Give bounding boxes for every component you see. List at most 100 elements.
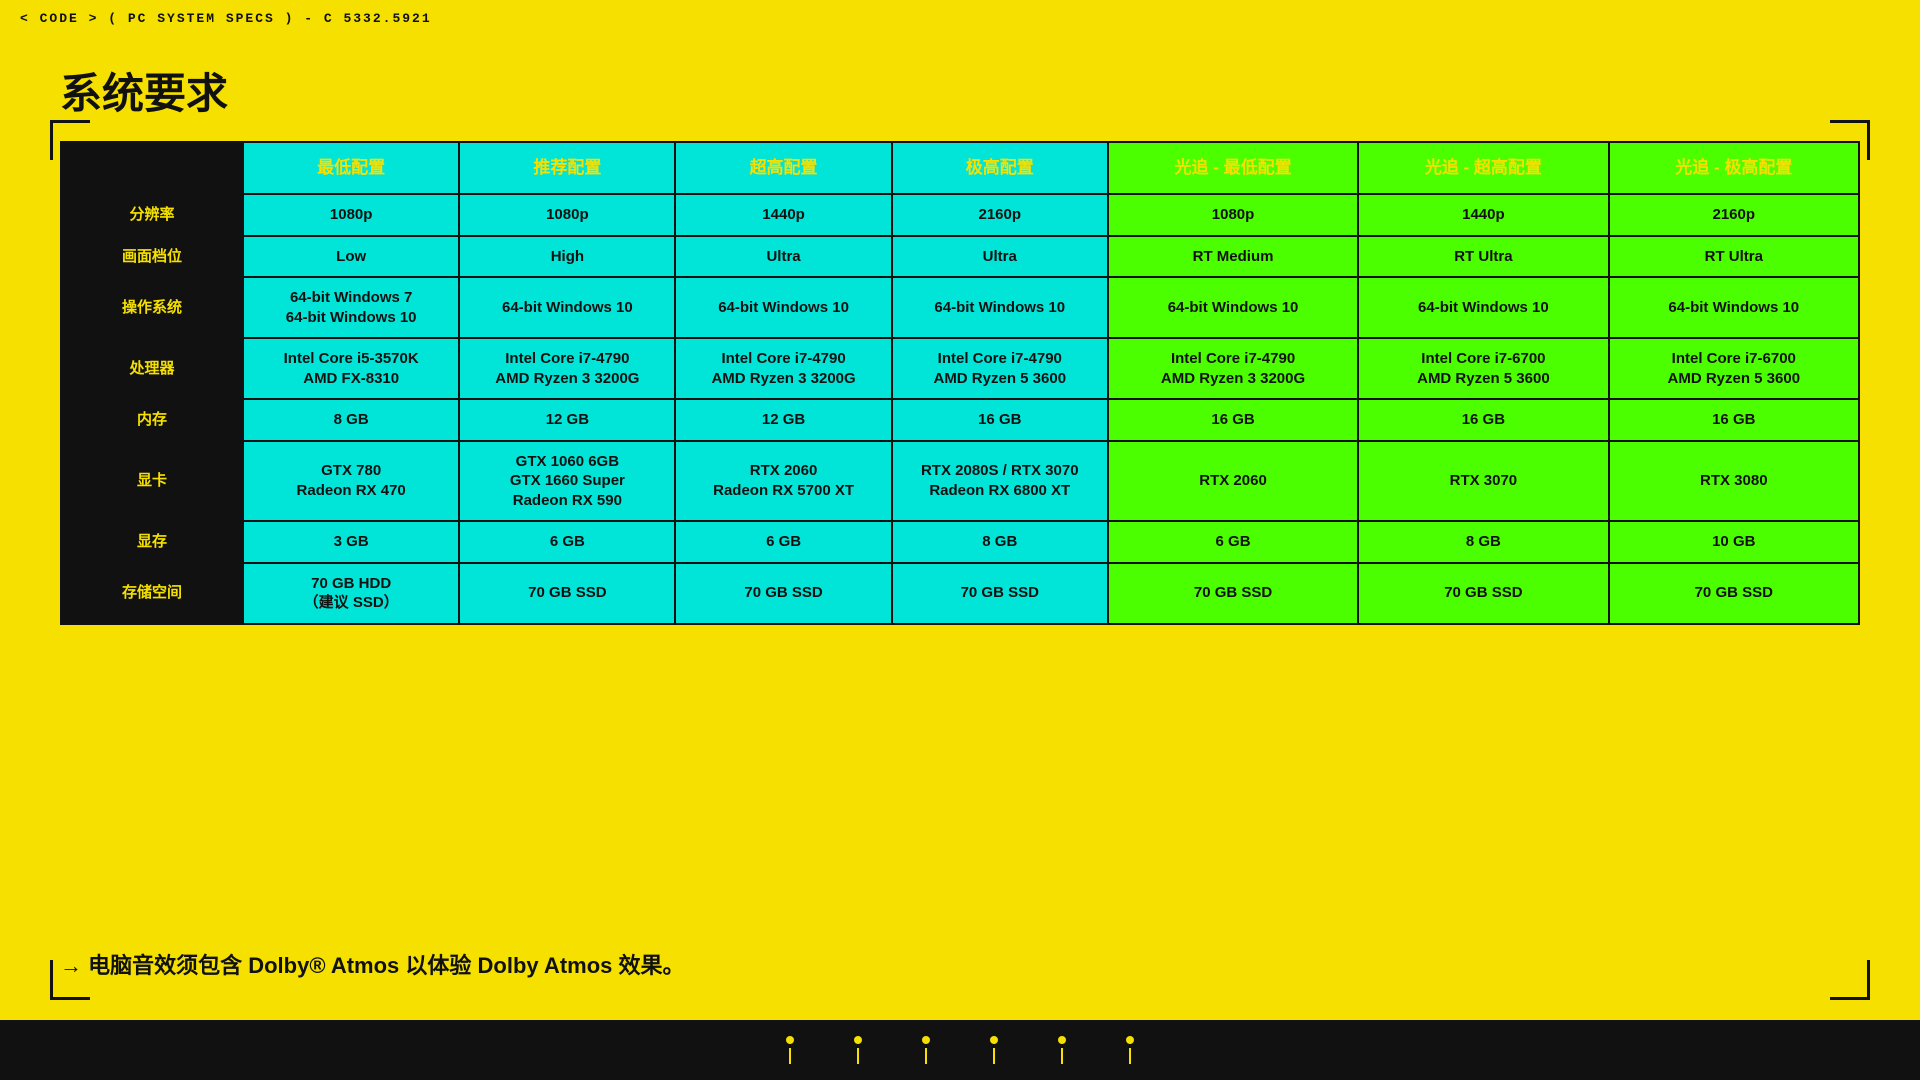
cell-c1: 1080p <box>243 194 459 236</box>
indicator-bar <box>925 1048 927 1064</box>
table-row: 画面档位LowHighUltraUltraRT MediumRT UltraRT… <box>61 236 1859 278</box>
cell-c2: 64-bit Windows 10 <box>459 277 675 338</box>
cell-c5: 16 GB <box>1108 399 1358 441</box>
indicator-bar <box>993 1048 995 1064</box>
table-row: 分辨率1080p1080p1440p2160p1080p1440p2160p <box>61 194 1859 236</box>
cell-c5: 1080p <box>1108 194 1358 236</box>
cell-c7: 70 GB SSD <box>1609 563 1859 624</box>
cell-c7: RTX 3080 <box>1609 441 1859 522</box>
cell-c1: 70 GB HDD （建议 SSD） <box>243 563 459 624</box>
cell-c5: 70 GB SSD <box>1108 563 1358 624</box>
cell-c2: 70 GB SSD <box>459 563 675 624</box>
cell-c1: 8 GB <box>243 399 459 441</box>
top-bar: < CODE > ( PC SYSTEM SPECS ) - C 5332.59… <box>0 0 1920 36</box>
cell-c4: 16 GB <box>892 399 1108 441</box>
cell-c6: 16 GB <box>1358 399 1608 441</box>
cell-c3: RTX 2060 Radeon RX 5700 XT <box>675 441 891 522</box>
cell-c2: 1080p <box>459 194 675 236</box>
cell-c7: RT Ultra <box>1609 236 1859 278</box>
bottom-indicators <box>786 1036 1134 1064</box>
cell-c3: 12 GB <box>675 399 891 441</box>
cell-c4: Ultra <box>892 236 1108 278</box>
indicator-dot <box>922 1036 930 1044</box>
cell-c4: 64-bit Windows 10 <box>892 277 1108 338</box>
indicator-5 <box>1058 1036 1066 1064</box>
cell-c2: 12 GB <box>459 399 675 441</box>
cell-c4: 2160p <box>892 194 1108 236</box>
table-row: 内存8 GB12 GB12 GB16 GB16 GB16 GB16 GB <box>61 399 1859 441</box>
row-label: 显存 <box>61 521 243 563</box>
cell-c1: 3 GB <box>243 521 459 563</box>
specs-table: 最低配置 推荐配置 超高配置 极高配置 光追 - 最低配置 光追 - 超高配置 … <box>60 141 1860 625</box>
cell-c4: 8 GB <box>892 521 1108 563</box>
cell-c5: Intel Core i7-4790 AMD Ryzen 3 3200G <box>1108 338 1358 399</box>
cell-c3: 6 GB <box>675 521 891 563</box>
indicator-2 <box>854 1036 862 1064</box>
indicator-3 <box>922 1036 930 1064</box>
cell-c6: 8 GB <box>1358 521 1608 563</box>
cell-c6: 70 GB SSD <box>1358 563 1608 624</box>
header-col5: 光追 - 最低配置 <box>1108 142 1358 194</box>
cell-c2: High <box>459 236 675 278</box>
cell-c4: 70 GB SSD <box>892 563 1108 624</box>
cell-c3: 64-bit Windows 10 <box>675 277 891 338</box>
header-col1: 最低配置 <box>243 142 459 194</box>
cell-c6: 64-bit Windows 10 <box>1358 277 1608 338</box>
indicator-6 <box>1126 1036 1134 1064</box>
table-row: 存储空间70 GB HDD （建议 SSD）70 GB SSD70 GB SSD… <box>61 563 1859 624</box>
header-col2: 推荐配置 <box>459 142 675 194</box>
indicator-bar <box>789 1048 791 1064</box>
indicator-dot <box>854 1036 862 1044</box>
cell-c6: RT Ultra <box>1358 236 1608 278</box>
cell-c5: 64-bit Windows 10 <box>1108 277 1358 338</box>
row-label: 处理器 <box>61 338 243 399</box>
table-row: 显存3 GB6 GB6 GB8 GB6 GB8 GB10 GB <box>61 521 1859 563</box>
indicator-dot <box>990 1036 998 1044</box>
table-row: 操作系统64-bit Windows 7 64-bit Windows 1064… <box>61 277 1859 338</box>
indicator-bar <box>1129 1048 1131 1064</box>
cell-c2: 6 GB <box>459 521 675 563</box>
header-col3: 超高配置 <box>675 142 891 194</box>
cell-c3: Intel Core i7-4790 AMD Ryzen 3 3200G <box>675 338 891 399</box>
cell-c7: 2160p <box>1609 194 1859 236</box>
indicator-bar <box>857 1048 859 1064</box>
cell-c4: RTX 2080S / RTX 3070 Radeon RX 6800 XT <box>892 441 1108 522</box>
cell-c6: Intel Core i7-6700 AMD Ryzen 5 3600 <box>1358 338 1608 399</box>
bottom-note-text: → 电脑音效须包含 Dolby® Atmos 以体验 Dolby Atmos 效… <box>60 953 685 978</box>
indicator-dot <box>1058 1036 1066 1044</box>
cell-c7: Intel Core i7-6700 AMD Ryzen 5 3600 <box>1609 338 1859 399</box>
header-empty <box>61 142 243 194</box>
indicator-bar <box>1061 1048 1063 1064</box>
table-row: 显卡GTX 780 Radeon RX 470GTX 1060 6GB GTX … <box>61 441 1859 522</box>
cell-c7: 16 GB <box>1609 399 1859 441</box>
indicator-dot <box>786 1036 794 1044</box>
cell-c1: Intel Core i5-3570K AMD FX-8310 <box>243 338 459 399</box>
row-label: 画面档位 <box>61 236 243 278</box>
page-title: 系统要求 <box>60 60 1860 121</box>
cell-c3: 1440p <box>675 194 891 236</box>
row-label: 分辨率 <box>61 194 243 236</box>
row-label: 操作系统 <box>61 277 243 338</box>
bottom-bar <box>0 1020 1920 1080</box>
cell-c2: GTX 1060 6GB GTX 1660 Super Radeon RX 59… <box>459 441 675 522</box>
indicator-dot <box>1126 1036 1134 1044</box>
cell-c1: GTX 780 Radeon RX 470 <box>243 441 459 522</box>
corner-bracket-br <box>1830 960 1870 1000</box>
table-row: 处理器Intel Core i5-3570K AMD FX-8310Intel … <box>61 338 1859 399</box>
cell-c6: 1440p <box>1358 194 1608 236</box>
cell-c3: 70 GB SSD <box>675 563 891 624</box>
row-label: 存储空间 <box>61 563 243 624</box>
main-content: 系统要求 最低配置 推荐配置 超高配置 极高配置 光追 - 最低配置 光追 - … <box>60 60 1860 625</box>
header-col4: 极高配置 <box>892 142 1108 194</box>
header-col6: 光追 - 超高配置 <box>1358 142 1608 194</box>
header-col7: 光追 - 极高配置 <box>1609 142 1859 194</box>
bottom-note: → 电脑音效须包含 Dolby® Atmos 以体验 Dolby Atmos 效… <box>60 948 685 980</box>
row-label: 显卡 <box>61 441 243 522</box>
indicator-1 <box>786 1036 794 1064</box>
cell-c5: RTX 2060 <box>1108 441 1358 522</box>
cell-c7: 10 GB <box>1609 521 1859 563</box>
top-bar-text: < CODE > ( PC SYSTEM SPECS ) - C 5332.59… <box>20 11 432 26</box>
cell-c2: Intel Core i7-4790 AMD Ryzen 3 3200G <box>459 338 675 399</box>
cell-c5: 6 GB <box>1108 521 1358 563</box>
cell-c7: 64-bit Windows 10 <box>1609 277 1859 338</box>
